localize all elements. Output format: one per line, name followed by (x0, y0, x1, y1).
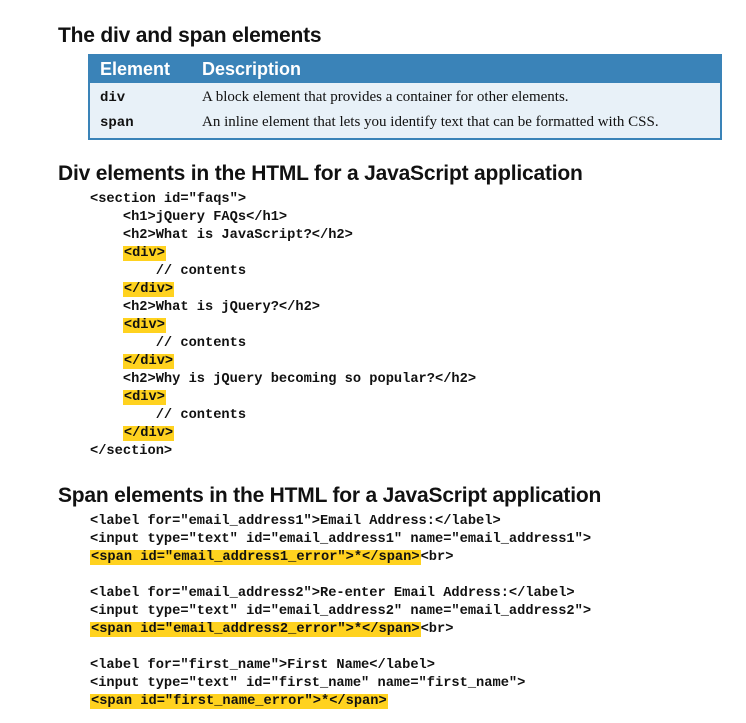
code-line: <section id="faqs"> (90, 191, 476, 209)
highlighted-code: </div> (122, 354, 175, 369)
code-line: <h2>What is JavaScript?</h2> (90, 227, 476, 245)
highlighted-code: <span id="email_address2_error">*</span> (90, 622, 421, 637)
code-text: <br> (420, 622, 454, 637)
code-line: <h1>jQuery FAQs</h1> (90, 209, 476, 227)
highlighted-code: <span id="first_name_error">*</span> (90, 694, 388, 709)
code-line: <div> (90, 245, 476, 263)
code-line: </section> (90, 443, 476, 461)
code-line: // contents (90, 263, 476, 281)
code-text: <input type="text" id="email_address1" n… (90, 532, 592, 547)
code-text: <label for="first_name">First Name</labe… (90, 658, 435, 673)
code-line: <div> (90, 317, 476, 335)
code-text: <label for="email_address2">Re-enter Ema… (90, 586, 575, 601)
code-line: <span id="first_name_error">*</span> (90, 693, 591, 711)
code-line: // contents (90, 407, 476, 425)
section-title-div-span-elements: The div and span elements (58, 24, 322, 47)
highlighted-code: <div> (122, 246, 166, 261)
code-line: <span id="email_address1_error">*</span>… (90, 549, 591, 567)
code-line: <input type="text" id="first_name" name=… (90, 675, 591, 693)
code-text: <h2>What is JavaScript?</h2> (122, 228, 353, 243)
header-element: Element (100, 59, 171, 79)
span-code-listing: <label for="email_address1">Email Addres… (90, 513, 591, 711)
cell-element: div (100, 89, 126, 106)
highlighted-code: </div> (122, 426, 175, 441)
code-text: <h1>jQuery FAQs</h1> (122, 210, 288, 225)
elements-table: Element Description div A block element … (88, 54, 722, 140)
code-text: <label for="email_address1">Email Addres… (90, 514, 501, 529)
code-text: </section> (90, 444, 173, 459)
highlighted-code: <div> (122, 390, 166, 405)
code-line: <label for="first_name">First Name</labe… (90, 657, 591, 675)
code-text: // contents (155, 336, 247, 351)
code-line: <input type="text" id="email_address1" n… (90, 531, 591, 549)
code-line: <h2>Why is jQuery becoming so popular?</… (90, 371, 476, 389)
cell-element: span (100, 114, 134, 131)
code-text: <section id="faqs"> (90, 192, 247, 207)
highlighted-code: <div> (122, 318, 166, 333)
code-line: // contents (90, 335, 476, 353)
header-description: Description (202, 59, 302, 79)
highlighted-code: </div> (122, 282, 175, 297)
code-line: </div> (90, 353, 476, 371)
code-text: <br> (420, 550, 454, 565)
code-text: <input type="text" id="email_address2" n… (90, 604, 592, 619)
cell-description: An inline element that lets you identify… (202, 114, 659, 130)
highlighted-code: <span id="email_address1_error">*</span> (90, 550, 421, 565)
code-line: <label for="email_address2">Re-enter Ema… (90, 585, 591, 603)
section-title-div-elements: Div elements in the HTML for a JavaScrip… (58, 162, 583, 185)
code-line: <div> (90, 389, 476, 407)
code-line: <h2>What is jQuery?</h2> (90, 299, 476, 317)
code-text: // contents (155, 408, 247, 423)
code-line: <input type="text" id="email_address2" n… (90, 603, 591, 621)
table-row: div A block element that provides a cont… (90, 85, 720, 110)
code-line: <span id="email_address2_error">*</span>… (90, 621, 591, 639)
code-text: <h2>Why is jQuery becoming so popular?</… (122, 372, 477, 387)
section-title-span-elements: Span elements in the HTML for a JavaScri… (58, 484, 602, 507)
code-line: </div> (90, 425, 476, 443)
cell-description: A block element that provides a containe… (202, 89, 569, 105)
code-text: // contents (155, 264, 247, 279)
code-text: <h2>What is jQuery?</h2> (122, 300, 320, 315)
div-code-listing: <section id="faqs"> <h1>jQuery FAQs</h1>… (90, 191, 476, 461)
table-row: span An inline element that lets you ide… (90, 110, 720, 135)
code-line: <label for="email_address1">Email Addres… (90, 513, 591, 531)
code-text: <input type="text" id="first_name" name=… (90, 676, 526, 691)
code-line: </div> (90, 281, 476, 299)
table-header: Element Description (90, 56, 720, 83)
